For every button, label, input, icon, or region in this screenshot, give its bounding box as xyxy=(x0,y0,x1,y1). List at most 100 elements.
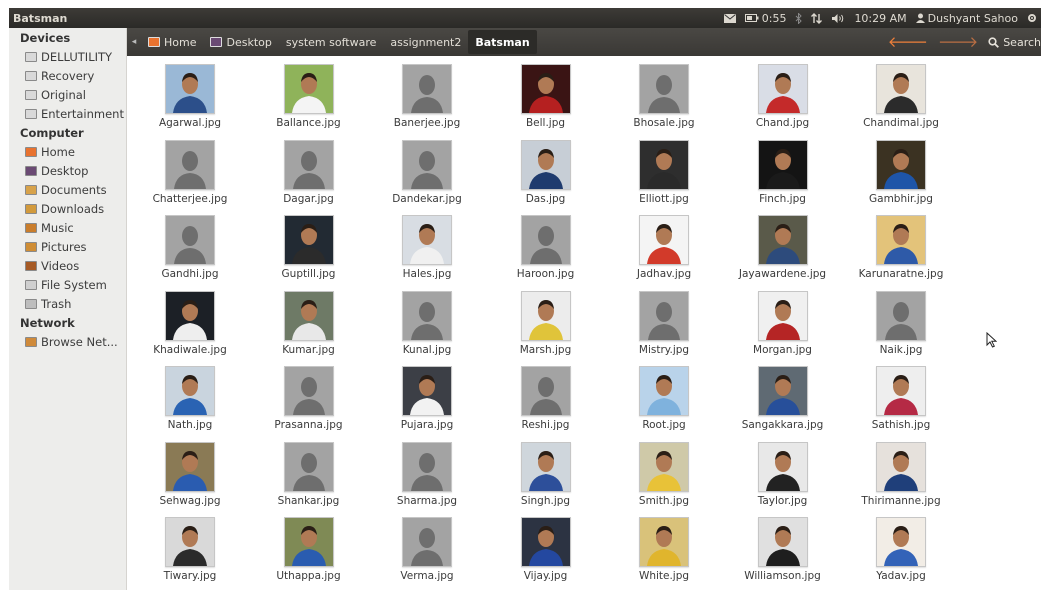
file-item[interactable]: Karunaratne.jpg xyxy=(846,215,956,291)
file-item[interactable]: Das.jpg xyxy=(491,139,601,216)
documents-icon xyxy=(25,184,37,195)
file-item[interactable]: Guptill.jpg xyxy=(254,215,364,291)
file-item[interactable]: Sehwag.jpg xyxy=(135,441,245,518)
sidebar-item-desktop[interactable]: Desktop xyxy=(9,161,126,180)
file-item[interactable]: Chandimal.jpg xyxy=(846,64,956,140)
file-item[interactable]: Hales.jpg xyxy=(372,215,482,291)
file-item[interactable]: Williamson.jpg xyxy=(728,517,838,593)
search-button[interactable]: Search xyxy=(988,36,1041,49)
sidebar-item-file-system[interactable]: File System xyxy=(9,275,126,294)
sidebar-item-pictures[interactable]: Pictures xyxy=(9,237,126,256)
file-item[interactable]: Banerjee.jpg xyxy=(372,64,482,140)
image-thumbnail xyxy=(757,290,808,341)
file-item[interactable]: Haroon.jpg xyxy=(491,215,601,291)
file-item[interactable]: Prasanna.jpg xyxy=(254,366,364,442)
file-item[interactable]: Shankar.jpg xyxy=(254,441,364,518)
session-menu[interactable] xyxy=(1027,13,1037,23)
file-item[interactable]: Singh.jpg xyxy=(491,441,601,518)
file-item[interactable]: Mistry.jpg xyxy=(609,290,719,367)
image-thumbnail xyxy=(283,215,334,265)
file-name: Haroon.jpg xyxy=(516,268,575,280)
file-item[interactable]: Verma.jpg xyxy=(372,517,482,593)
file-item[interactable]: Kumar.jpg xyxy=(254,290,364,367)
sidebar-item-original[interactable]: Original xyxy=(9,85,126,104)
sidebar-item-entertainment[interactable]: Entertainment xyxy=(9,104,126,123)
file-name: Shankar.jpg xyxy=(277,494,340,507)
sidebar-item-browse-net[interactable]: Browse Net... xyxy=(9,332,126,351)
file-item[interactable]: Yadav.jpg xyxy=(846,517,956,593)
file-item[interactable]: Dandekar.jpg xyxy=(372,139,482,216)
image-thumbnail xyxy=(876,366,926,416)
placeholder-person-icon xyxy=(165,139,215,190)
file-item[interactable]: Vijay.jpg xyxy=(491,517,601,593)
breadcrumb-home[interactable]: Home xyxy=(141,30,203,54)
file-item[interactable]: Morgan.jpg xyxy=(728,290,838,367)
sidebar-item-home[interactable]: Home xyxy=(9,142,126,161)
file-name: Prasanna.jpg xyxy=(274,419,343,431)
file-item[interactable]: Smith.jpg xyxy=(609,441,719,518)
file-name: Sathish.jpg xyxy=(871,419,931,431)
file-item[interactable]: Elliott.jpg xyxy=(609,139,719,216)
bluetooth-indicator[interactable] xyxy=(795,12,803,24)
image-thumbnail xyxy=(520,517,571,567)
mail-indicator[interactable] xyxy=(723,13,736,23)
breadcrumb-system-software[interactable]: system software xyxy=(279,30,384,54)
sidebar-item-music[interactable]: Music xyxy=(9,218,126,237)
file-item[interactable]: Gambhir.jpg xyxy=(846,139,956,216)
file-item[interactable]: Taylor.jpg xyxy=(728,441,838,518)
sidebar-item-label: Recovery xyxy=(41,68,95,83)
sidebar-item-documents[interactable]: Documents xyxy=(9,180,126,199)
file-name: Guptill.jpg xyxy=(281,268,336,280)
file-item[interactable]: Bhosale.jpg xyxy=(609,64,719,140)
breadcrumb-scroll-left-icon[interactable]: ◂ xyxy=(127,37,141,47)
file-item[interactable]: Sathish.jpg xyxy=(846,366,956,442)
file-item[interactable]: White.jpg xyxy=(609,517,719,593)
file-name: Vijay.jpg xyxy=(523,570,568,582)
file-item[interactable]: Agarwal.jpg xyxy=(135,64,245,140)
placeholder-person-icon xyxy=(283,441,334,492)
back-arrow-icon[interactable]: 🡐 xyxy=(888,34,928,50)
file-item[interactable]: Nath.jpg xyxy=(135,366,245,442)
file-item[interactable]: Reshi.jpg xyxy=(491,366,601,442)
sidebar-item-trash[interactable]: Trash xyxy=(9,294,126,313)
file-item[interactable]: Jadhav.jpg xyxy=(609,215,719,291)
sidebar-item-dellutility[interactable]: DELLUTILITY xyxy=(9,47,126,66)
breadcrumb-desktop[interactable]: Desktop xyxy=(203,30,278,54)
breadcrumb-assignment2[interactable]: assignment2 xyxy=(383,30,468,54)
file-name: Chatterjee.jpg xyxy=(152,192,228,205)
sidebar-item-downloads[interactable]: Downloads xyxy=(9,199,126,218)
file-item[interactable]: Naik.jpg xyxy=(846,290,956,367)
user-menu[interactable]: Dushyant Sahoo xyxy=(915,12,1018,25)
file-item[interactable]: Marsh.jpg xyxy=(491,290,601,367)
file-item[interactable]: Khadiwale.jpg xyxy=(135,290,245,367)
file-item[interactable]: Sharma.jpg xyxy=(372,441,482,518)
breadcrumb-batsman[interactable]: Batsman xyxy=(468,30,537,54)
file-item[interactable]: Root.jpg xyxy=(609,366,719,442)
sidebar-item-recovery[interactable]: Recovery xyxy=(9,66,126,85)
file-item[interactable]: Uthappa.jpg xyxy=(254,517,364,593)
placeholder-person-icon xyxy=(876,290,926,341)
file-name: Smith.jpg xyxy=(638,494,690,507)
file-item[interactable]: Finch.jpg xyxy=(728,139,838,216)
network-indicator[interactable] xyxy=(811,12,823,24)
file-item[interactable]: Gandhi.jpg xyxy=(135,215,245,291)
clock[interactable]: 10:29 AM xyxy=(854,12,906,25)
battery-indicator[interactable]: 0:55 xyxy=(744,12,786,25)
file-item[interactable]: Sangakkara.jpg xyxy=(728,366,838,442)
forward-arrow-icon[interactable]: 🡒 xyxy=(938,34,978,50)
file-item[interactable]: Chand.jpg xyxy=(728,64,838,140)
placeholder-person-icon xyxy=(402,290,452,341)
file-item[interactable]: Pujara.jpg xyxy=(372,366,482,442)
image-thumbnail xyxy=(639,139,689,190)
file-name: Thirimanne.jpg xyxy=(861,494,941,507)
file-item[interactable]: Chatterjee.jpg xyxy=(135,139,245,216)
file-item[interactable]: Ballance.jpg xyxy=(254,64,364,140)
file-item[interactable]: Dagar.jpg xyxy=(254,139,364,216)
file-item[interactable]: Thirimanne.jpg xyxy=(846,441,956,518)
file-item[interactable]: Kunal.jpg xyxy=(372,290,482,367)
volume-indicator[interactable] xyxy=(831,13,845,24)
sidebar-item-videos[interactable]: Videos xyxy=(9,256,126,275)
file-item[interactable]: Tiwary.jpg xyxy=(135,517,245,593)
file-item[interactable]: Bell.jpg xyxy=(491,64,601,140)
file-item[interactable]: Jayawardene.jpg xyxy=(728,215,838,291)
